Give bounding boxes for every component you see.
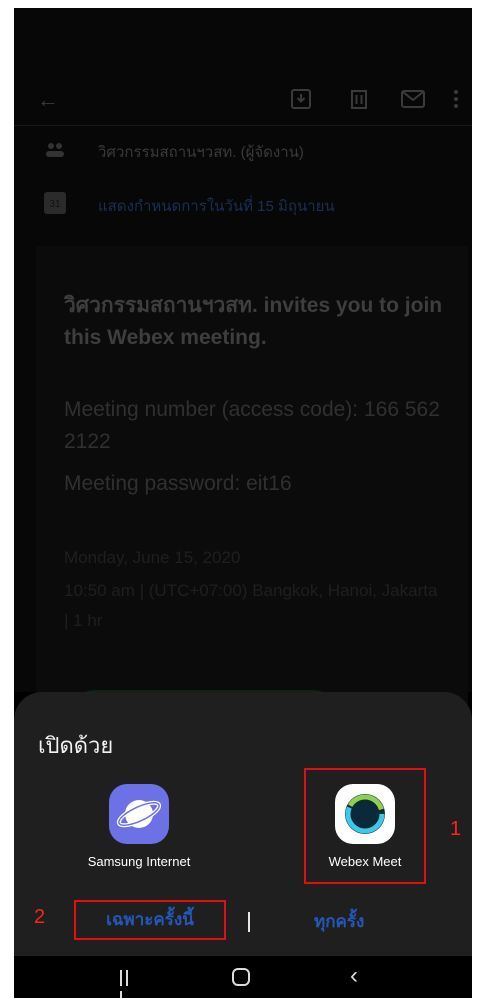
calendar-row[interactable]: 31 แสดงกำหนดการในวันที่ 15 มิถุนายน (14, 186, 472, 220)
open-with-sheet: เปิดด้วย Samsung Internet Webex Meet 1 2… (14, 692, 472, 956)
just-once-button[interactable]: เฉพาะครั้งนี้ (74, 900, 226, 940)
archive-icon[interactable] (290, 88, 312, 112)
recent-apps-icon[interactable] (120, 970, 136, 998)
back-arrow-icon[interactable]: ← (36, 88, 60, 112)
system-nav-bar: ‹ (14, 956, 472, 998)
callout-number-1: 1 (450, 818, 462, 840)
webex-meet-icon (335, 784, 395, 844)
trash-icon[interactable] (348, 88, 370, 112)
always-button[interactable]: ทุกครั้ง (314, 908, 364, 935)
organizer-text: วิศวกรรมสถานฯวสท. (ผู้จัดงาน) (98, 144, 304, 161)
button-divider (248, 912, 250, 932)
meeting-number: Meeting number (access code): 166 562 21… (64, 398, 440, 453)
home-icon[interactable] (232, 968, 250, 986)
meeting-card: วิศวกรรมสถานฯวสท. invites you to join th… (36, 246, 468, 730)
app-option-webex-meet[interactable]: Webex Meet (304, 768, 426, 884)
sheet-title: เปิดด้วย (38, 733, 114, 758)
people-icon (44, 138, 66, 160)
callout-number-2: 2 (34, 906, 46, 928)
dimmed-email-view: ← วิศวกรรมสถานฯวสท. (ผู้จัดงาน) 31 แสดงก… (14, 8, 472, 730)
app-label-samsung-internet: Samsung Internet (87, 854, 191, 869)
more-vert-icon[interactable] (450, 88, 462, 112)
meeting-invite-title: วิศวกรรมสถานฯวสท. invites you to join th… (64, 294, 443, 349)
meeting-date: Monday, June 15, 2020 (64, 548, 241, 567)
samsung-internet-icon (109, 784, 169, 844)
phone-screen: ← วิศวกรรมสถานฯวสท. (ผู้จัดงาน) 31 แสดงก… (14, 8, 472, 998)
organizer-row: วิศวกรรมสถานฯวสท. (ผู้จัดงาน) (14, 132, 472, 166)
meeting-time: 10:50 am | (UTC+07:00) Bangkok, Hanoi, J… (64, 581, 438, 630)
email-toolbar: ← (14, 76, 472, 126)
mail-icon[interactable] (400, 88, 426, 112)
app-option-samsung-internet[interactable]: Samsung Internet (78, 784, 200, 894)
calendar-icon: 31 (44, 192, 66, 214)
back-icon[interactable]: ‹ (350, 962, 358, 990)
calendar-link[interactable]: แสดงกำหนดการในวันที่ 15 มิถุนายน (98, 194, 335, 218)
meeting-password: Meeting password: eit16 (64, 472, 292, 495)
app-label-webex-meet: Webex Meet (328, 854, 402, 869)
